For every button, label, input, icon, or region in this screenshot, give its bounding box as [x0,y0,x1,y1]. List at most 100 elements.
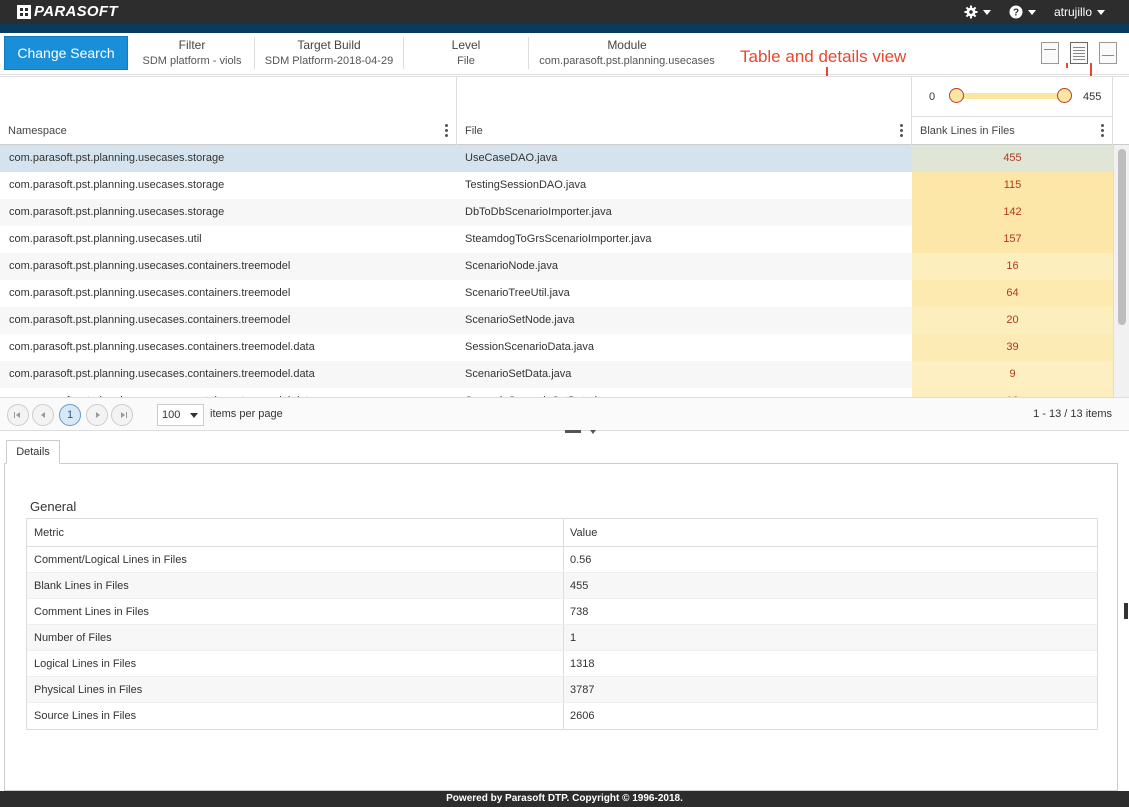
range-track[interactable] [957,93,1069,99]
namespace-cell: com.parasoft.pst.planning.usecases.stora… [9,206,225,218]
metric-value: 455 [570,579,589,592]
page-size-select[interactable]: 100 [157,404,204,426]
filter-value: SDM platform - viols [142,55,242,67]
last-page-icon[interactable] [111,404,133,426]
table-row[interactable]: com.parasoft.pst.planning.usecases.conta… [0,307,1113,334]
module-value: com.parasoft.pst.planning.usecases [539,55,715,67]
metrics-header-row: Metric Value [27,519,1097,547]
details-tab-panel: General Metric Value Comment/Logical Lin… [4,463,1118,791]
metric-name: Comment Lines in Files [34,605,149,618]
level-value: File [457,55,475,67]
level-label: Level [451,38,481,52]
help-menu[interactable]: ? [1009,5,1036,19]
side-panel-handle[interactable] [1124,603,1128,619]
metric-header: Metric [34,526,64,539]
range-max-handle[interactable] [1057,88,1072,103]
details-only-view-icon[interactable] [1099,42,1117,64]
settings-menu[interactable] [964,5,991,19]
range-max: 455 [1083,91,1102,103]
file-cell: ScenarioSetData.java [465,368,572,380]
file-cell: ScenarioTreeUtil.java [465,287,570,299]
namespace-cell: com.parasoft.pst.planning.usecases.stora… [9,179,225,191]
file-cell: DbToDbScenarioImporter.java [465,206,612,218]
metric-name: Comment/Logical Lines in Files [34,553,187,566]
items-per-page-label: items per page [210,408,283,420]
splitter-caret-icon[interactable] [590,430,596,434]
column-menu-icon[interactable] [1101,124,1104,137]
file-cell: TestingSessionDAO.java [465,179,587,191]
namespace-cell: com.parasoft.pst.planning.usecases.conta… [9,260,291,272]
namespace-cell: com.parasoft.pst.planning.usecases.util [9,233,202,245]
search-header: Change Search Filter SDM platform - viol… [0,33,1129,80]
table-row[interactable]: com.parasoft.pst.planning.usecases.conta… [0,334,1113,361]
column-title: Blank Lines in Files [920,125,1015,137]
scrollbar-thumb[interactable] [1118,149,1126,325]
value-cell: 9 [912,361,1113,388]
level-field[interactable]: Level File [404,37,529,69]
chevron-down-icon [1097,9,1105,15]
accent-bar [0,24,1129,33]
metric-value: 1318 [570,657,595,670]
parasoft-logo-icon [17,5,31,19]
filter-field[interactable]: Filter SDM platform - viols [130,37,255,69]
user-menu[interactable]: atrujillo [1054,5,1105,19]
namespace-cell: com.parasoft.pst.planning.usecases.conta… [9,341,315,353]
table-only-view-icon[interactable] [1041,42,1059,64]
next-page-icon[interactable] [86,404,108,426]
change-search-button[interactable]: Change Search [4,36,128,70]
previous-page-icon[interactable] [32,404,54,426]
metric-value: 2606 [570,710,595,722]
file-cell: ScenarioSetNode.java [465,314,575,326]
svg-text:?: ? [1013,8,1019,19]
metric-value: 3787 [570,683,595,696]
column-menu-icon[interactable] [900,124,903,137]
metric-name: Source Lines in Files [34,710,137,722]
parasoft-logo[interactable]: PARASOFT [17,4,118,20]
table-row[interactable]: com.parasoft.pst.planning.usecases.conta… [0,280,1113,307]
table-row[interactable]: com.parasoft.pst.planning.usecases.conta… [0,253,1113,280]
details-panel: Details General Metric Value Comment/Log… [0,436,1129,791]
tab-details[interactable]: Details [6,440,60,464]
pagination-bar: 1 100 items per page 1 - 13 / 13 items [0,397,1129,431]
page-size-value: 100 [162,409,181,421]
file-cell: ScenarioNode.java [465,260,558,272]
metric-row: Comment Lines in Files 738 [27,599,1097,625]
table-scrollbar[interactable] [1113,145,1129,398]
filter-label: Filter [178,38,206,52]
column-header-file[interactable]: File [457,77,912,145]
range-min: 0 [929,91,936,103]
top-navbar: PARASOFT ? atrujillo [0,0,1129,24]
column-menu-icon[interactable] [445,124,448,137]
value-cell: 142 [912,199,1113,226]
value-cell: 455 [912,145,1113,172]
table-row[interactable]: com.parasoft.pst.planning.usecases.util … [0,226,1113,253]
column-header-namespace[interactable]: Namespace [0,77,457,145]
target-build-field[interactable]: Target Build SDM Platform-2018-04-29 [255,37,404,69]
table-row[interactable]: com.parasoft.pst.planning.usecases.stora… [0,172,1113,199]
target-build-value: SDM Platform-2018-04-29 [264,55,394,67]
value-cell: 157 [912,226,1113,253]
metric-row: Blank Lines in Files 455 [27,573,1097,599]
column-header-blank-lines[interactable]: 0 455 Blank Lines in Files [912,77,1113,145]
value-cell: 115 [912,172,1113,199]
footer: Powered by Parasoft DTP. Copyright © 199… [0,791,1129,807]
module-field[interactable]: Module com.parasoft.pst.planning.usecase… [529,37,725,69]
help-icon: ? [1009,5,1023,19]
range-min-handle[interactable] [949,88,964,103]
table-header: Namespace File 0 455 Blank Lines in File… [0,77,1129,145]
table-body: com.parasoft.pst.planning.usecases.stora… [0,145,1113,398]
metric-row: Logical Lines in Files 1318 [27,651,1097,677]
first-page-icon[interactable] [7,404,29,426]
results-table: Namespace File 0 455 Blank Lines in File… [0,76,1129,398]
table-row[interactable]: com.parasoft.pst.planning.usecases.stora… [0,145,1113,172]
table-row[interactable]: com.parasoft.pst.planning.usecases.stora… [0,199,1113,226]
table-row[interactable]: com.parasoft.pst.planning.usecases.conta… [0,361,1113,388]
column-title: Namespace [8,125,67,137]
section-title: General [30,499,77,514]
table-and-details-view-icon[interactable] [1070,42,1088,64]
annotation-line [1066,63,1068,68]
chevron-down-icon [1027,9,1036,15]
metric-row: Physical Lines in Files 3787 [27,677,1097,703]
splitter-handle[interactable] [565,430,581,433]
current-page-button[interactable]: 1 [59,404,81,426]
